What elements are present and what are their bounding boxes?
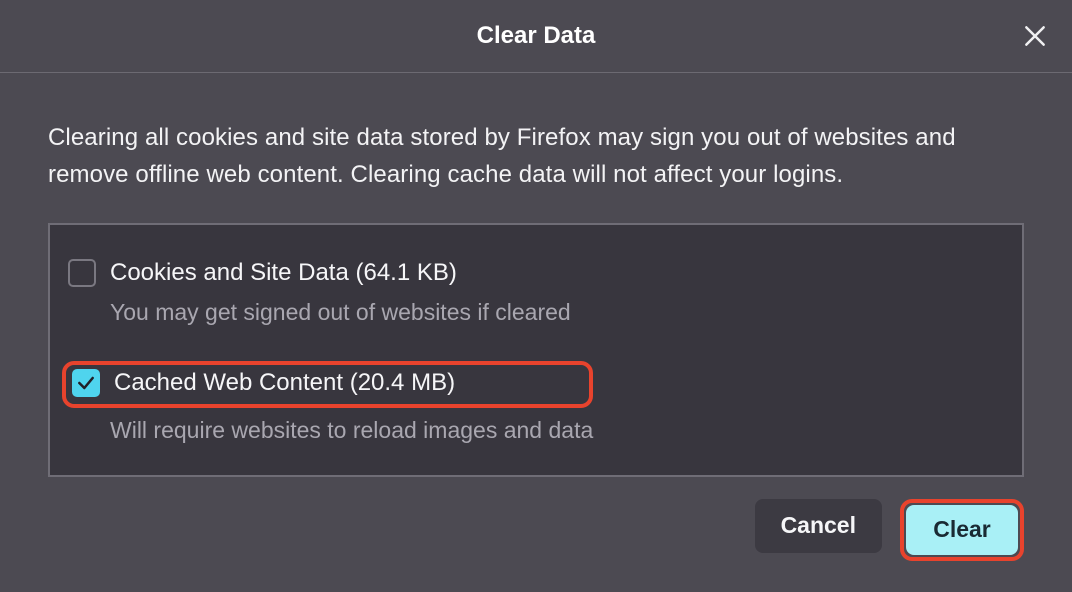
cookies-checkbox[interactable] [68, 259, 96, 287]
options-box: Cookies and Site Data (64.1 KB) You may … [48, 223, 1024, 476]
option-cache: Cached Web Content (20.4 MB) Will requir… [68, 359, 1004, 449]
clear-button[interactable]: Clear [906, 505, 1018, 555]
clear-button-highlight: Clear [900, 499, 1024, 561]
close-icon [1022, 23, 1048, 49]
dialog-header: Clear Data [0, 0, 1072, 73]
option-cookies: Cookies and Site Data (64.1 KB) You may … [68, 255, 1004, 331]
dialog-title: Clear Data [477, 22, 596, 50]
dialog-footer: Cancel Clear [0, 477, 1072, 561]
cookies-sub: You may get signed out of websites if cl… [110, 296, 1004, 329]
checkmark-icon [76, 373, 96, 393]
cache-highlight: Cached Web Content (20.4 MB) [62, 361, 593, 407]
cache-checkbox[interactable] [72, 369, 100, 397]
cache-label: Cached Web Content (20.4 MB) [114, 367, 455, 399]
close-button[interactable] [1020, 21, 1050, 51]
dialog-description: Clearing all cookies and site data store… [48, 119, 1024, 193]
cookies-texts: Cookies and Site Data (64.1 KB) You may … [110, 257, 1004, 329]
clear-data-dialog: Clear Data Clearing all cookies and site… [0, 0, 1072, 592]
cancel-button[interactable]: Cancel [755, 499, 882, 553]
dialog-body: Clearing all cookies and site data store… [0, 73, 1072, 477]
cache-sub: Will require websites to reload images a… [110, 414, 593, 447]
cookies-label: Cookies and Site Data (64.1 KB) [110, 257, 457, 289]
